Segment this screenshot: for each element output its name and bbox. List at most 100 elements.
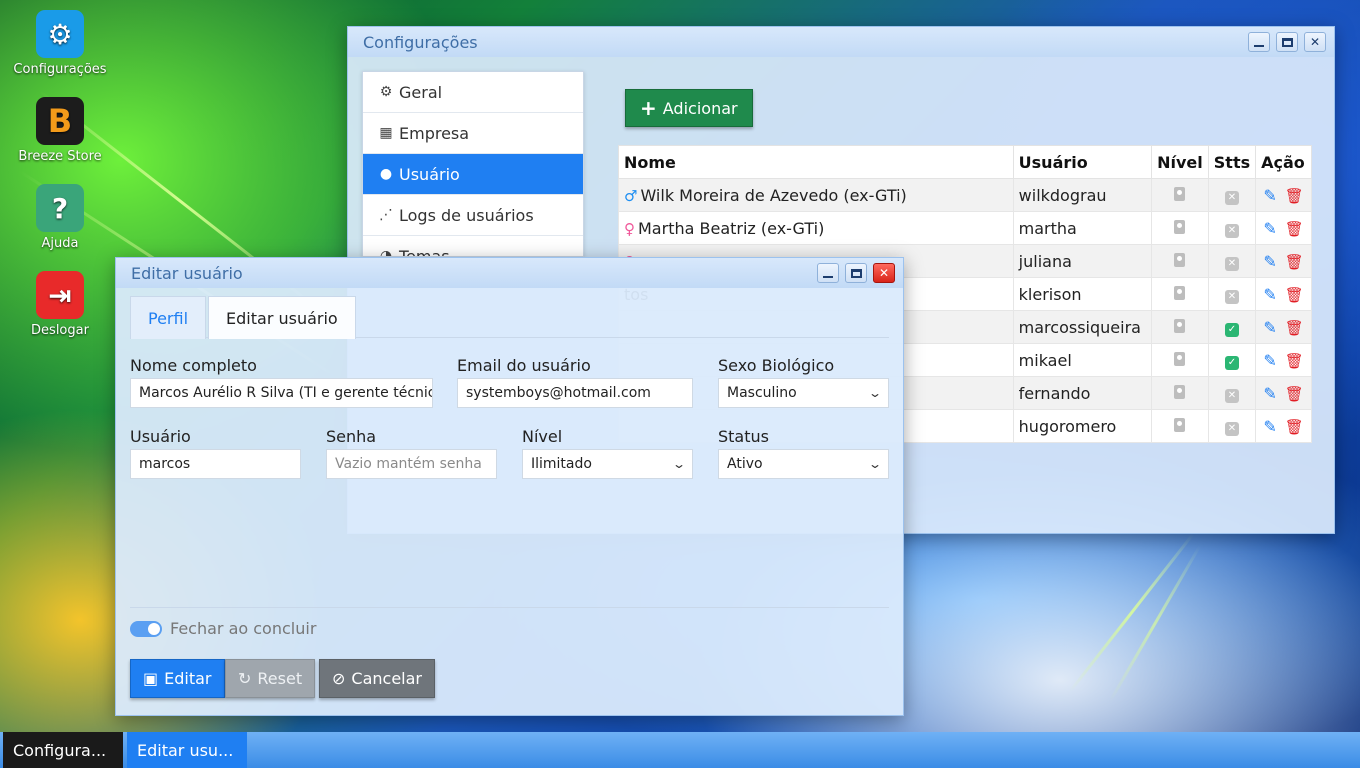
cell-level [1151, 376, 1209, 410]
menu-item-usuario[interactable]: ● Usuário [363, 154, 583, 195]
status-select[interactable]: Ativo ⌄ [718, 449, 889, 479]
save-icon: ▣ [143, 669, 159, 688]
minimize-button[interactable] [817, 263, 839, 283]
form-divider [130, 607, 889, 608]
trash-icon[interactable]: 🗑 [1285, 418, 1304, 436]
chevron-down-icon: ⌄ [867, 457, 883, 471]
desktop-icon-ajuda[interactable]: ? Ajuda [8, 184, 112, 251]
status-inactive-icon[interactable]: ✕ [1224, 422, 1239, 436]
desktop-icon-label: Configurações [13, 62, 107, 77]
cell-level [1151, 211, 1209, 245]
column-header-nome[interactable]: Nome [618, 145, 1014, 179]
window-title: Editar usuário [131, 263, 243, 283]
pencil-icon[interactable]: ✎ [1263, 285, 1276, 304]
status-inactive-icon[interactable]: ✕ [1224, 191, 1239, 205]
pencil-icon[interactable]: ✎ [1263, 219, 1276, 238]
gear-icon: ⚙ [36, 10, 84, 58]
trash-icon[interactable]: 🗑 [1285, 220, 1304, 238]
tab-editar-usuario[interactable]: Editar usuário [208, 296, 356, 339]
cell-level [1151, 178, 1209, 212]
sex-select[interactable]: Masculino ⌄ [718, 378, 889, 408]
cancel-button[interactable]: ⊘ Cancelar [319, 659, 435, 698]
table-row[interactable]: ♀ Martha Beatriz (ex-GTi) martha ✕ ✎ 🗑 [618, 211, 1312, 245]
maximize-button[interactable] [845, 263, 867, 283]
settings-side-menu: ⚙ Geral ▦ Empresa ● Usuário ⋰ Logs de usuári… [362, 71, 584, 257]
close-button[interactable]: ✕ [873, 263, 895, 283]
desktop-icon-breeze-store[interactable]: B Breeze Store [8, 97, 112, 164]
pencil-icon[interactable]: ✎ [1263, 384, 1276, 403]
cell-level [1151, 409, 1209, 443]
edit-button[interactable]: ▣ Editar [130, 659, 225, 698]
id-badge-icon [1174, 252, 1186, 267]
level-select[interactable]: Ilimitado ⌄ [522, 449, 693, 479]
desktop-icon-deslogar[interactable]: ⇥ Deslogar [8, 271, 112, 338]
status-active-icon[interactable]: ✓ [1224, 356, 1239, 370]
minimize-button[interactable] [1248, 32, 1270, 52]
username-field[interactable]: marcos [130, 449, 301, 479]
edit-user-window: Editar usuário ✕ Perfil Editar usuário N… [115, 257, 904, 716]
pencil-icon[interactable]: ✎ [1263, 186, 1276, 205]
close-button[interactable]: ✕ [1304, 32, 1326, 52]
help-icon: ? [36, 184, 84, 232]
taskbar: Configura... Editar usu... [0, 732, 1360, 768]
menu-item-geral[interactable]: ⚙ Geral [363, 72, 583, 113]
cell-status: ✕ [1207, 376, 1257, 410]
reset-button[interactable]: ↻ Reset [225, 659, 316, 698]
desktop-icon-label: Ajuda [41, 236, 79, 251]
cell-status: ✕ [1207, 178, 1257, 212]
cell-username: mikael [1012, 343, 1153, 377]
menu-item-empresa[interactable]: ▦ Empresa [363, 113, 583, 154]
menu-item-label: Geral [399, 82, 443, 102]
add-button-label: Adicionar [662, 98, 738, 118]
add-user-button[interactable]: + Adicionar [625, 89, 753, 127]
plus-icon: + [640, 96, 657, 120]
trash-icon[interactable]: 🗑 [1285, 319, 1304, 337]
trash-icon[interactable]: 🗑 [1285, 385, 1304, 403]
full-name-label: Nome completo [130, 356, 257, 375]
window-controls: ✕ [1248, 32, 1326, 52]
taskbar-item-editar-usuario[interactable]: Editar usu... [127, 732, 247, 768]
cell-level [1151, 244, 1209, 278]
email-field[interactable]: systemboys@hotmail.com [457, 378, 693, 408]
taskbar-item-configuracoes[interactable]: Configura... [3, 732, 123, 768]
status-inactive-icon[interactable]: ✕ [1224, 290, 1239, 304]
status-inactive-icon[interactable]: ✕ [1224, 389, 1239, 403]
password-label: Senha [326, 427, 377, 446]
id-badge-icon [1174, 384, 1186, 399]
close-on-finish-toggle[interactable] [130, 620, 162, 637]
trash-icon[interactable]: 🗑 [1285, 352, 1304, 370]
menu-item-temas[interactable]: ◕ Temas [363, 236, 583, 257]
column-header-nivel[interactable]: Nível [1151, 145, 1209, 179]
tab-perfil[interactable]: Perfil [130, 296, 207, 339]
trash-icon[interactable]: 🗑 [1285, 286, 1304, 304]
id-badge-icon [1174, 219, 1186, 234]
cell-status: ✕ [1207, 409, 1257, 443]
cell-actions: ✎ 🗑 [1255, 244, 1312, 278]
trash-icon[interactable]: 🗑 [1285, 187, 1304, 205]
id-badge-icon [1174, 186, 1186, 201]
column-header-usuario[interactable]: Usuário [1012, 145, 1153, 179]
menu-item-logs[interactable]: ⋰ Logs de usuários [363, 195, 583, 236]
status-active-icon[interactable]: ✓ [1224, 323, 1239, 337]
status-inactive-icon[interactable]: ✕ [1224, 224, 1239, 238]
column-header-stts[interactable]: Stts [1207, 145, 1257, 179]
pencil-icon[interactable]: ✎ [1263, 417, 1276, 436]
table-row[interactable]: ♂ Wilk Moreira de Azevedo (ex-GTi) wilkdog… [618, 178, 1312, 212]
pencil-icon[interactable]: ✎ [1263, 252, 1276, 271]
pencil-icon[interactable]: ✎ [1263, 318, 1276, 337]
status-inactive-icon[interactable]: ✕ [1224, 257, 1239, 271]
desktop-icon-configuracoes[interactable]: ⚙ Configurações [8, 10, 112, 77]
maximize-button[interactable] [1276, 32, 1298, 52]
status-select-value: Ativo [727, 456, 763, 472]
cell-status: ✕ [1207, 277, 1257, 311]
full-name-field[interactable]: Marcos Aurélio R Silva (TI e gerente téc… [130, 378, 433, 408]
trash-icon[interactable]: 🗑 [1285, 253, 1304, 271]
password-field[interactable]: Vazio mantém senha [326, 449, 497, 479]
user-full-name: Martha Beatriz (ex-GTi) [638, 218, 825, 238]
cell-username: juliana [1012, 244, 1153, 278]
window-titlebar[interactable]: Editar usuário [116, 258, 903, 288]
pencil-icon[interactable]: ✎ [1263, 351, 1276, 370]
minimize-icon [1254, 45, 1264, 47]
window-titlebar[interactable]: Configurações [348, 27, 1334, 57]
refresh-icon: ↻ [238, 669, 252, 688]
